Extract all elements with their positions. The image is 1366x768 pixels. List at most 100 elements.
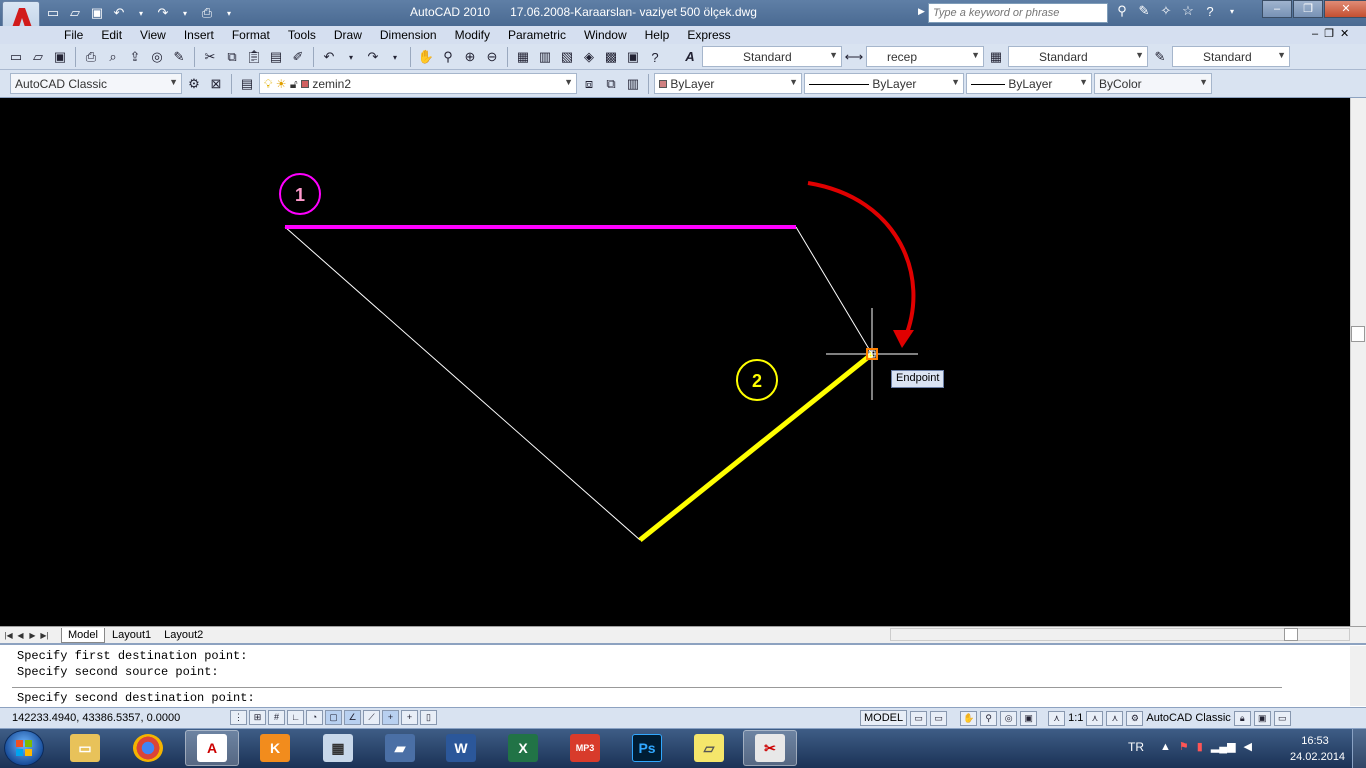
- grid-display-icon[interactable]: #: [268, 710, 285, 725]
- plot-icon[interactable]: ⎙: [198, 5, 216, 21]
- show-desktop-button[interactable]: [1352, 729, 1366, 768]
- qnew-icon[interactable]: ▭: [6, 47, 26, 67]
- command-scrollbar[interactable]: [1350, 646, 1366, 706]
- quick-properties-icon[interactable]: ▯: [420, 710, 437, 725]
- snap-mode-icon[interactable]: ⊞: [249, 710, 266, 725]
- taskbar-snipping-tool[interactable]: ✂: [743, 730, 797, 766]
- multileader-style-combo[interactable]: Standard ▼: [1172, 46, 1290, 67]
- auto-scale-icon[interactable]: ⋏: [1106, 710, 1124, 726]
- minimize-button[interactable]: –: [1262, 0, 1292, 18]
- quick-view-drawings-icon[interactable]: ▭: [930, 710, 948, 726]
- polar-tracking-icon[interactable]: ◔: [306, 710, 323, 725]
- subscription-center-icon[interactable]: ✎: [1135, 3, 1153, 19]
- workspace-settings-icon[interactable]: ⚙: [184, 74, 204, 94]
- last-tab-icon[interactable]: ▶|: [39, 629, 50, 642]
- annotation-scale-icon[interactable]: ⋏: [1048, 710, 1066, 726]
- lineweight-combo[interactable]: ByLayer ▼: [966, 73, 1092, 94]
- match-properties-icon[interactable]: ▤: [266, 47, 286, 67]
- dim-style-combo[interactable]: recep ▼: [866, 46, 984, 67]
- help-dropdown-icon[interactable]: ▾: [1223, 3, 1241, 19]
- table-style-icon[interactable]: ▦: [986, 47, 1006, 67]
- tab-layout1[interactable]: Layout1: [106, 628, 157, 643]
- tool-palettes-icon[interactable]: ▧: [557, 47, 577, 67]
- linetype-combo[interactable]: ByLayer ▼: [804, 73, 964, 94]
- zoom-icon[interactable]: ⚲: [980, 710, 998, 726]
- volume-icon[interactable]: ◀: [1244, 740, 1252, 753]
- menu-view[interactable]: View: [131, 27, 175, 43]
- help-icon[interactable]: ?: [1201, 3, 1219, 19]
- undo-dropdown-icon[interactable]: ▾: [132, 5, 150, 21]
- communication-center-icon[interactable]: ✧: [1157, 3, 1175, 19]
- cut-icon[interactable]: ✂: [200, 47, 220, 67]
- vertical-scrollbar[interactable]: [1350, 98, 1366, 626]
- command-prompt[interactable]: Specify second destination point:: [17, 691, 255, 705]
- copy-icon[interactable]: ⧉: [222, 47, 242, 67]
- doc-restore-button[interactable]: ❐: [1324, 27, 1334, 40]
- undo-dropdown-icon[interactable]: ▾: [341, 47, 361, 67]
- horizontal-scroll-thumb[interactable]: [1284, 628, 1298, 641]
- pan-icon[interactable]: ✋: [416, 47, 436, 67]
- taskbar-calculator[interactable]: ▦: [311, 730, 365, 766]
- first-tab-icon[interactable]: |◀: [3, 629, 14, 642]
- text-style-combo[interactable]: Standard ▼: [702, 46, 842, 67]
- dim-style-icon[interactable]: ⟷: [844, 47, 864, 67]
- plotstyle-combo[interactable]: ByColor ▼: [1094, 73, 1212, 94]
- toolbar-lock-icon[interactable]: 🔒︎: [1233, 710, 1251, 726]
- taskbar-photoshop[interactable]: Ps: [620, 730, 674, 766]
- pan-icon[interactable]: ✋: [960, 710, 978, 726]
- search-input[interactable]: [928, 3, 1108, 23]
- properties-icon[interactable]: ▦: [513, 47, 533, 67]
- menu-express[interactable]: Express: [678, 27, 739, 43]
- prev-tab-icon[interactable]: ◀: [15, 629, 26, 642]
- make-current-layer-icon[interactable]: ⧈: [579, 74, 599, 94]
- show-lineweight-icon[interactable]: +: [401, 710, 418, 725]
- doc-close-button[interactable]: ✕: [1340, 27, 1349, 40]
- tray-expand-icon[interactable]: ▲: [1160, 741, 1171, 753]
- ortho-mode-icon[interactable]: ∟: [287, 710, 304, 725]
- dynamic-input-icon[interactable]: +: [382, 710, 399, 725]
- quickcalc-icon[interactable]: ▣: [623, 47, 643, 67]
- power-icon[interactable]: ▮: [1197, 740, 1203, 753]
- zoom-window-icon[interactable]: ⊕: [460, 47, 480, 67]
- menu-modify[interactable]: Modify: [446, 27, 499, 43]
- tab-layout2[interactable]: Layout2: [158, 628, 209, 643]
- showmotion-icon[interactable]: ▣: [1020, 710, 1038, 726]
- taskbar-sticky-notes[interactable]: ▱: [682, 730, 736, 766]
- block-editor-icon[interactable]: ✐: [288, 47, 308, 67]
- layer-previous-icon[interactable]: ⧉: [601, 74, 621, 94]
- infer-constraints-icon[interactable]: ⋮: [230, 710, 247, 725]
- doc-minimize-button[interactable]: –: [1312, 28, 1318, 40]
- color-combo[interactable]: ByLayer ▼: [654, 73, 802, 94]
- object-snap-icon[interactable]: ▢: [325, 710, 342, 725]
- design-center-icon[interactable]: ▥: [535, 47, 555, 67]
- plot-preview-icon[interactable]: ⌕: [103, 47, 123, 67]
- help-icon[interactable]: ?: [645, 47, 665, 67]
- zoom-previous-icon[interactable]: ⊖: [482, 47, 502, 67]
- hardware-acceleration-icon[interactable]: ▣: [1253, 710, 1271, 726]
- workspace-combo[interactable]: AutoCAD Classic ▼: [10, 73, 182, 94]
- menu-dimension[interactable]: Dimension: [371, 27, 446, 43]
- publish-icon[interactable]: ⇪: [125, 47, 145, 67]
- text-style-icon[interactable]: A: [680, 47, 700, 67]
- table-style-combo[interactable]: Standard ▼: [1008, 46, 1148, 67]
- quick-view-layouts-icon[interactable]: ▭: [910, 710, 928, 726]
- next-tab-icon[interactable]: ▶: [27, 629, 38, 642]
- steering-wheel-icon[interactable]: ◎: [1000, 710, 1018, 726]
- sheet-set-icon[interactable]: ◈: [579, 47, 599, 67]
- taskbar-autocad[interactable]: A: [185, 730, 239, 766]
- workspace-switch-icon[interactable]: ⚙: [1126, 710, 1144, 726]
- 3d-dwf-icon[interactable]: ◎: [147, 47, 167, 67]
- workspace-save-icon[interactable]: ⊠: [206, 74, 226, 94]
- taskbar-mp3[interactable]: MP3: [558, 730, 612, 766]
- taskbar-scanner[interactable]: ▰: [373, 730, 427, 766]
- undo-icon[interactable]: ↶: [110, 5, 128, 21]
- start-button[interactable]: [4, 730, 44, 766]
- menu-tools[interactable]: Tools: [279, 27, 325, 43]
- zoom-realtime-icon[interactable]: ⚲: [438, 47, 458, 67]
- allow-ucs-icon[interactable]: ⟋: [363, 710, 380, 725]
- redo-icon[interactable]: ↷: [154, 5, 172, 21]
- layer-manager-icon[interactable]: ▤: [237, 74, 257, 94]
- object-snap-tracking-icon[interactable]: ∠: [344, 710, 361, 725]
- drawing-canvas[interactable]: 1 2: [0, 98, 1350, 626]
- favorites-star-icon[interactable]: ☆: [1179, 3, 1197, 19]
